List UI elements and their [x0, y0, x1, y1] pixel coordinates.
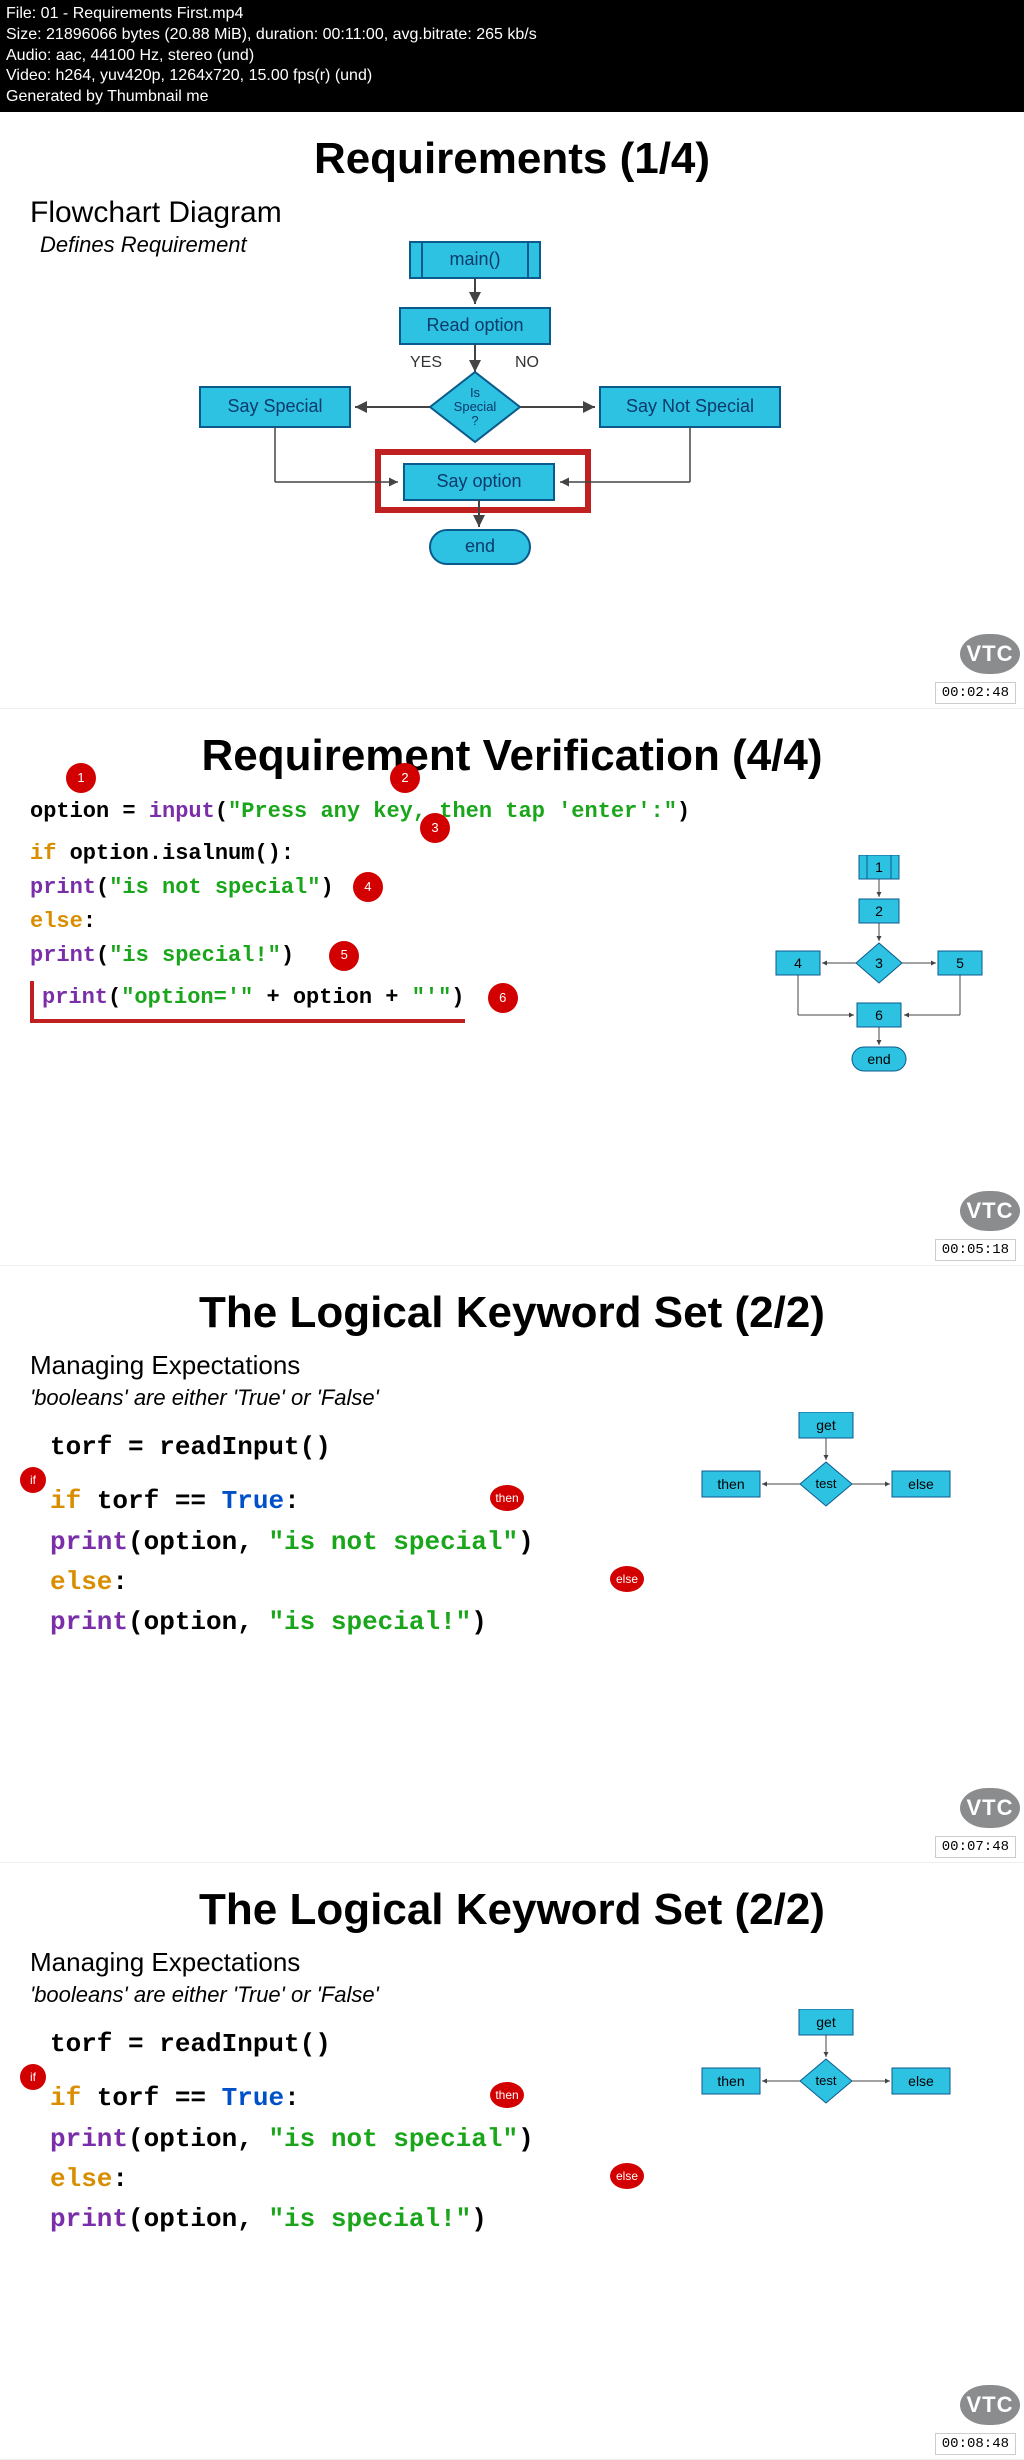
svg-text:then: then [717, 1476, 744, 1492]
vtc-logo: VTC [960, 1788, 1020, 1828]
slide3-title: The Logical Keyword Set (2/2) [0, 1288, 1024, 1338]
slide4-desc: 'booleans' are either 'True' or 'False' [30, 1982, 994, 2008]
badge-else: else [610, 1566, 644, 1592]
svg-text:get: get [816, 1417, 836, 1433]
mini-flowchart-2: 1 2 3 4 5 6 end [764, 855, 994, 1105]
slide-logical-keyword-2: The Logical Keyword Set (2/2) Managing E… [0, 1863, 1024, 2460]
badge-5: 5 [329, 941, 359, 971]
svg-text:5: 5 [956, 955, 964, 971]
info-line-gen: Generated by Thumbnail me [6, 87, 1018, 108]
slide1-subtitle: Flowchart Diagram [30, 196, 994, 230]
info-line-size: Size: 21896066 bytes (20.88 MiB), durati… [6, 25, 1018, 46]
slide-verification: Requirement Verification (4/4) 1 2 optio… [0, 709, 1024, 1266]
svg-text:6: 6 [875, 1007, 883, 1023]
badge-1: 1 [66, 763, 96, 793]
svg-text:test: test [816, 2073, 837, 2088]
svg-text:else: else [908, 2073, 934, 2089]
svg-text:get: get [816, 2014, 836, 2030]
info-line-video: Video: h264, yuv420p, 1264x720, 15.00 fp… [6, 66, 1018, 87]
badge-4: 4 [353, 872, 383, 902]
svg-text:then: then [717, 2073, 744, 2089]
slide3-subtitle: Managing Expectations [30, 1350, 994, 1381]
timestamp-3: 00:07:48 [935, 1836, 1016, 1858]
slide-logical-keyword: The Logical Keyword Set (2/2) Managing E… [0, 1266, 1024, 1863]
node-read: Read option [426, 315, 523, 335]
badge-6: 6 [488, 983, 518, 1013]
badge-3: 3 [420, 813, 450, 843]
file-info-header: File: 01 - Requirements First.mp4 Size: … [0, 0, 1024, 112]
info-line-file: File: 01 - Requirements First.mp4 [6, 4, 1018, 25]
slide1-title: Requirements (1/4) [0, 134, 1024, 184]
slide2-title: Requirement Verification (4/4) [0, 731, 1024, 781]
node-decision-l1: Is [470, 385, 481, 400]
svg-text:3: 3 [875, 955, 883, 971]
timestamp-2: 00:05:18 [935, 1239, 1016, 1261]
mini-flowchart-4: get test then else [684, 2009, 964, 2129]
vtc-logo: VTC [960, 2385, 1020, 2425]
slide4-title: The Logical Keyword Set (2/2) [0, 1885, 1024, 1935]
info-line-audio: Audio: aac, 44100 Hz, stereo (und) [6, 46, 1018, 67]
node-sayspecial: Say Special [227, 396, 322, 416]
badge-if: if [20, 1467, 46, 1493]
vtc-logo: VTC [960, 634, 1020, 674]
timestamp-4: 00:08:48 [935, 2433, 1016, 2455]
badge-2: 2 [390, 763, 420, 793]
badge-else: else [610, 2163, 644, 2189]
svg-text:Special: Special [454, 399, 497, 414]
timestamp-1: 00:02:48 [935, 682, 1016, 704]
badge-if: if [20, 2064, 46, 2090]
label-yes: YES [410, 354, 442, 371]
slide-requirements: Requirements (1/4) Flowchart Diagram Def… [0, 112, 1024, 709]
node-sayoption: Say option [436, 471, 521, 491]
node-saynot: Say Not Special [626, 396, 754, 416]
vtc-logo: VTC [960, 1191, 1020, 1231]
slide3-desc: 'booleans' are either 'True' or 'False' [30, 1385, 994, 1411]
svg-text:else: else [908, 1476, 934, 1492]
svg-text:2: 2 [875, 903, 883, 919]
badge-then: then [490, 2082, 524, 2108]
node-end: end [465, 536, 495, 556]
svg-text:1: 1 [875, 859, 883, 875]
label-no: NO [515, 354, 539, 371]
svg-text:end: end [867, 1051, 890, 1067]
slide4-subtitle: Managing Expectations [30, 1947, 994, 1978]
svg-text:test: test [816, 1476, 837, 1491]
badge-then: then [490, 1485, 524, 1511]
node-main: main() [449, 249, 500, 269]
svg-text:4: 4 [794, 955, 802, 971]
flowchart-diagram: main() Read option YES NO Is Special ? S… [190, 232, 890, 632]
mini-flowchart-3: get test then else [684, 1412, 964, 1532]
svg-text:?: ? [471, 413, 478, 428]
